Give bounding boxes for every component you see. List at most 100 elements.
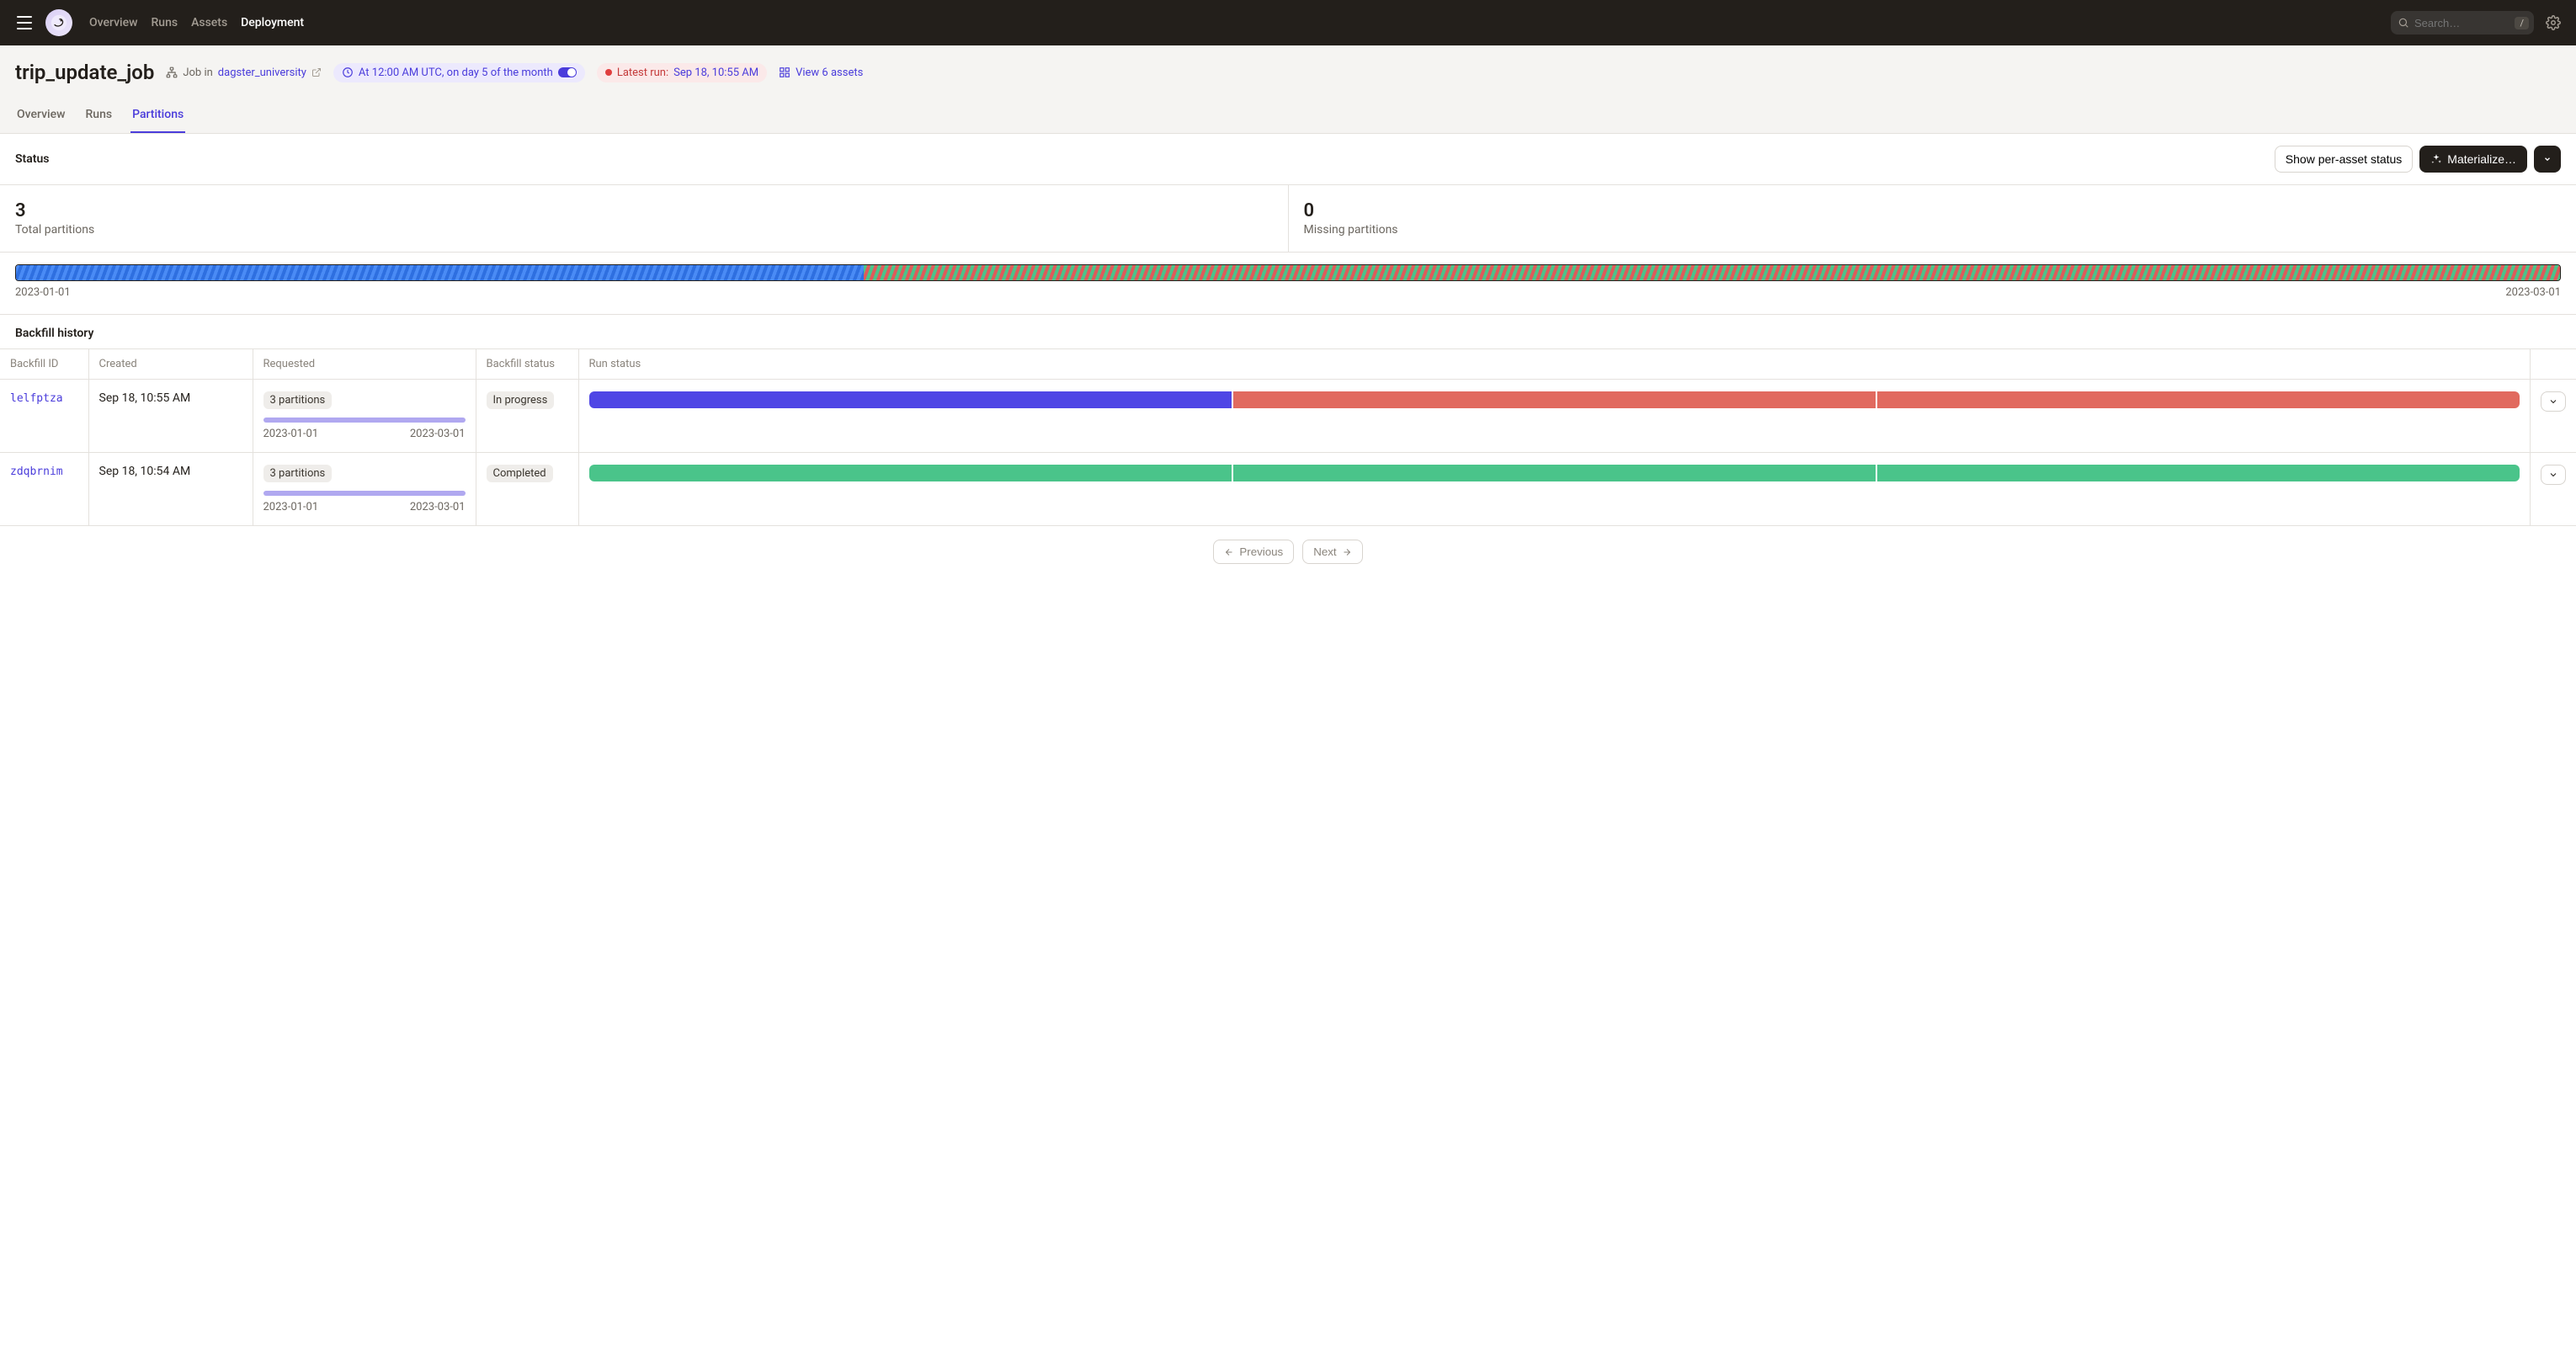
logo[interactable] xyxy=(45,9,72,36)
arrow-right-icon xyxy=(1342,547,1352,557)
hierarchy-icon xyxy=(166,66,178,78)
previous-button[interactable]: Previous xyxy=(1213,540,1294,564)
nav-assets[interactable]: Assets xyxy=(191,16,227,29)
schedule-toggle[interactable] xyxy=(558,67,577,77)
table-row: lelfptza Sep 18, 10:55 AM 3 partitions 2023… xyxy=(0,380,2576,453)
run-status-bar[interactable] xyxy=(589,465,2520,481)
requested-start: 2023-01-01 xyxy=(263,501,319,513)
latest-run-time: Sep 18, 10:55 AM xyxy=(673,66,758,79)
timeline-end-label: 2023-03-01 xyxy=(2505,286,2561,299)
run-segment xyxy=(1877,391,2520,408)
next-button[interactable]: Next xyxy=(1302,540,1362,564)
run-status-bar[interactable] xyxy=(589,391,2520,408)
external-link-icon xyxy=(311,67,322,77)
gear-icon xyxy=(2546,15,2561,30)
total-partitions-label: Total partitions xyxy=(15,223,1273,237)
row-actions-cell xyxy=(2531,453,2576,526)
materialize-button[interactable]: Materialize… xyxy=(2419,146,2527,173)
col-backfill-status: Backfill status xyxy=(476,349,578,380)
materialize-dropdown-button[interactable] xyxy=(2534,146,2561,173)
nav-runs[interactable]: Runs xyxy=(151,16,178,29)
tab-overview[interactable]: Overview xyxy=(15,99,67,133)
missing-partitions-cell: 0 Missing partitions xyxy=(1289,185,2576,252)
latest-run-pill[interactable]: Latest run: Sep 18, 10:55 AM xyxy=(597,63,767,82)
search-shortcut: / xyxy=(2515,17,2529,29)
show-per-asset-button[interactable]: Show per-asset status xyxy=(2275,146,2414,173)
col-backfill-id: Backfill ID xyxy=(0,349,88,380)
latest-run-label: Latest run: xyxy=(617,66,668,79)
search-box[interactable]: / xyxy=(2391,11,2534,35)
previous-label: Previous xyxy=(1239,545,1283,558)
missing-partitions-value: 0 xyxy=(1304,200,2562,221)
requested-range-bar xyxy=(263,491,466,496)
missing-partitions-label: Missing partitions xyxy=(1304,223,2562,237)
nav-deployment[interactable]: Deployment xyxy=(241,16,304,29)
col-actions xyxy=(2531,349,2576,380)
job-location: Job in dagster_university xyxy=(166,66,322,79)
total-partitions-cell: 3 Total partitions xyxy=(0,185,1289,252)
tab-runs[interactable]: Runs xyxy=(83,99,114,133)
requested-range-bar xyxy=(263,418,466,423)
repo-link[interactable]: dagster_university xyxy=(218,66,306,79)
run-status-cell xyxy=(578,453,2531,526)
partitions-chip: 3 partitions xyxy=(263,391,333,409)
backfill-status-cell: Completed xyxy=(476,453,578,526)
col-created: Created xyxy=(88,349,253,380)
partition-timeline: 2023-01-01 2023-03-01 xyxy=(0,253,2576,315)
status-chip: Completed xyxy=(487,465,553,482)
schedule-text: At 12:00 AM UTC, on day 5 of the month xyxy=(359,66,553,79)
backfill-id-link[interactable]: zdqbrnim xyxy=(10,465,63,478)
sparkle-icon xyxy=(2430,153,2442,165)
row-menu-button[interactable] xyxy=(2541,391,2566,412)
search-input[interactable] xyxy=(2414,17,2509,29)
requested-end: 2023-03-01 xyxy=(410,428,466,440)
backfill-table: Backfill ID Created Requested Backfill s… xyxy=(0,348,2576,526)
backfill-id-link[interactable]: lelfptza xyxy=(10,392,63,405)
chevron-down-icon xyxy=(2543,155,2552,163)
backfill-status-cell: In progress xyxy=(476,380,578,453)
table-row: zdqbrnim Sep 18, 10:54 AM 3 partitions 2023… xyxy=(0,453,2576,526)
clock-icon xyxy=(342,66,354,78)
row-menu-button[interactable] xyxy=(2541,465,2566,485)
run-segment xyxy=(589,465,1232,481)
run-segment xyxy=(589,391,1232,408)
backfill-history-heading: Backfill history xyxy=(0,315,2576,348)
status-row: Status Show per-asset status Materialize… xyxy=(0,134,2576,185)
col-run-status: Run status xyxy=(578,349,2531,380)
partitions-chip: 3 partitions xyxy=(263,465,333,482)
requested-start: 2023-01-01 xyxy=(263,428,319,440)
created-cell: Sep 18, 10:55 AM xyxy=(88,380,253,453)
requested-cell: 3 partitions 2023-01-01 2023-03-01 xyxy=(253,453,476,526)
status-dot-icon xyxy=(605,69,612,76)
nav-overview[interactable]: Overview xyxy=(89,16,137,29)
total-partitions-value: 3 xyxy=(15,200,1273,221)
search-icon xyxy=(2398,17,2409,29)
top-nav: Overview Runs Assets Deployment / xyxy=(0,0,2576,45)
next-label: Next xyxy=(1313,545,1336,558)
sub-header: trip_update_job Job in dagster_universit… xyxy=(0,45,2576,134)
schedule-pill[interactable]: At 12:00 AM UTC, on day 5 of the month xyxy=(333,63,585,82)
tab-partitions[interactable]: Partitions xyxy=(130,99,185,133)
created-cell: Sep 18, 10:54 AM xyxy=(88,453,253,526)
col-requested: Requested xyxy=(253,349,476,380)
partition-timeline-bar[interactable] xyxy=(15,264,2561,281)
timeline-start-label: 2023-01-01 xyxy=(15,286,71,299)
settings-button[interactable] xyxy=(2546,15,2561,30)
nav-links: Overview Runs Assets Deployment xyxy=(89,16,304,29)
arrow-left-icon xyxy=(1224,547,1234,557)
menu-icon[interactable] xyxy=(15,11,34,35)
requested-end: 2023-03-01 xyxy=(410,501,466,513)
status-heading: Status xyxy=(15,152,49,166)
grid-icon xyxy=(779,66,790,78)
chevron-down-icon xyxy=(2548,396,2558,407)
chevron-down-icon xyxy=(2548,470,2558,480)
page-title: trip_update_job xyxy=(15,61,154,84)
materialize-label: Materialize… xyxy=(2447,152,2516,166)
view-assets-text: View 6 assets xyxy=(796,66,863,79)
tabs: Overview Runs Partitions xyxy=(15,99,2561,133)
view-assets-link[interactable]: View 6 assets xyxy=(779,66,863,79)
status-chip: In progress xyxy=(487,391,555,409)
requested-cell: 3 partitions 2023-01-01 2023-03-01 xyxy=(253,380,476,453)
run-segment xyxy=(1233,391,1876,408)
partition-counts: 3 Total partitions 0 Missing partitions xyxy=(0,185,2576,253)
